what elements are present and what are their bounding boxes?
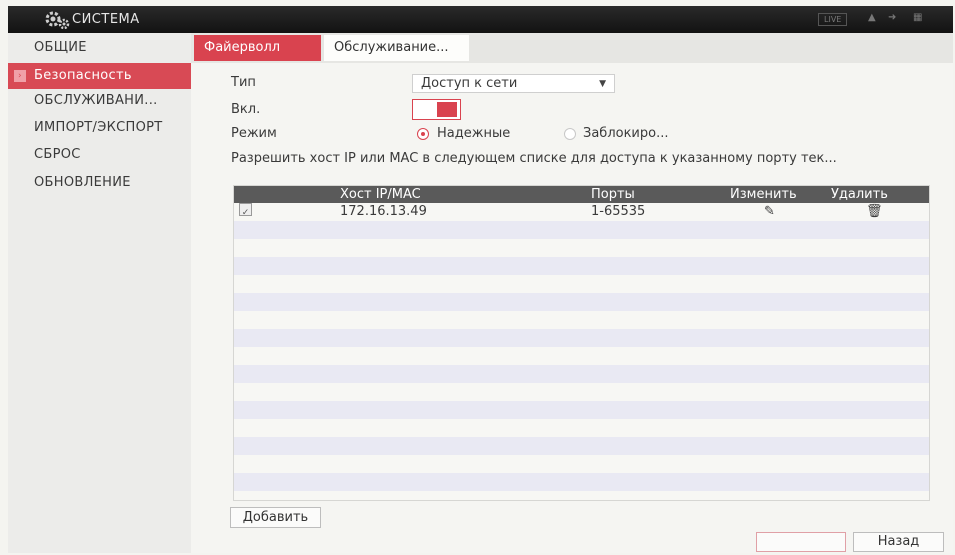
tab-maintenance[interactable]: Обслуживание... — [324, 35, 469, 61]
page-title: СИСТЕМА — [72, 12, 140, 27]
live-button[interactable]: LIVE — [818, 13, 848, 26]
table-row-empty — [234, 473, 929, 491]
type-select[interactable]: Доступ к сети ▼ — [412, 74, 615, 93]
logout-icon[interactable]: ➜ — [888, 12, 896, 23]
grid-icon[interactable]: ▦ — [913, 12, 922, 23]
mode-label: Режим — [231, 126, 277, 141]
top-bar: СИСТЕМА LIVE ▲ ➜ ▦ — [8, 6, 953, 33]
sidebar-item-label: ОБНОВЛЕНИЕ — [34, 175, 131, 190]
sidebar-item-label: ОБСЛУЖИВАНИ... — [34, 93, 158, 108]
sidebar-item-label: Безопасность — [34, 68, 132, 83]
table-row-empty — [234, 293, 929, 311]
enable-label: Вкл. — [231, 102, 261, 117]
row-checkbox[interactable]: ✓ — [239, 203, 252, 218]
enable-toggle[interactable] — [412, 99, 461, 120]
mode-trusted-label: Надежные — [437, 126, 511, 141]
table-row-empty — [234, 455, 929, 473]
table-row[interactable]: ✓ 172.16.13.49 1-65535 ✎ 🗑 — [234, 203, 929, 221]
mode-blocked-label: Заблокиро... — [583, 126, 669, 141]
table-row-empty — [234, 221, 929, 239]
tab-bar: Файерволл Обслуживание... — [191, 33, 953, 63]
table-row-empty — [234, 275, 929, 293]
sidebar: ОБЩИЕ › Безопасность ОБСЛУЖИВАНИ... ИМПО… — [8, 33, 191, 553]
table-row-empty — [234, 383, 929, 401]
col-host: Хост IP/MAC — [340, 187, 421, 202]
table-row-empty — [234, 419, 929, 437]
sidebar-item-security[interactable]: › Безопасность — [8, 63, 191, 89]
hint-text: Разрешить хост IP или MAC в следующем сп… — [231, 151, 837, 166]
type-label: Тип — [231, 75, 256, 90]
blank-button[interactable] — [756, 532, 846, 552]
back-button[interactable]: Назад — [853, 532, 944, 552]
table-row-empty — [234, 257, 929, 275]
table-row-empty — [234, 401, 929, 419]
sidebar-item-label: ИМПОРТ/ЭКСПОРТ — [34, 120, 163, 135]
chevron-down-icon: ▼ — [599, 79, 606, 89]
col-edit: Изменить — [730, 187, 797, 202]
sidebar-item-label: ОБЩИЕ — [34, 40, 87, 55]
col-ports: Порты — [591, 187, 635, 202]
table-header: Хост IP/MAC Порты Изменить Удалить — [234, 186, 929, 203]
col-delete: Удалить — [831, 187, 888, 202]
edit-pencil-icon[interactable]: ✎ — [764, 203, 775, 221]
sidebar-item-reset[interactable]: СБРОС — [8, 142, 191, 168]
table-row-empty — [234, 437, 929, 455]
table-row-empty — [234, 347, 929, 365]
table-row-empty — [234, 365, 929, 383]
sidebar-item-maintenance[interactable]: ОБСЛУЖИВАНИ... — [8, 88, 191, 114]
user-icon[interactable]: ▲ — [868, 12, 876, 23]
delete-trash-icon[interactable]: 🗑 — [866, 203, 883, 221]
row-ports: 1-65535 — [591, 204, 646, 219]
add-button[interactable]: Добавить — [230, 507, 321, 528]
access-table: Хост IP/MAC Порты Изменить Удалить ✓ 172… — [233, 185, 930, 501]
main-panel: Файерволл Обслуживание... Тип Доступ к с… — [191, 33, 953, 553]
type-select-value: Доступ к сети — [421, 76, 518, 91]
gear-icon — [45, 11, 70, 30]
row-host: 172.16.13.49 — [340, 204, 427, 219]
sidebar-item-general[interactable]: ОБЩИЕ — [8, 35, 191, 61]
mode-blocked-radio[interactable] — [564, 128, 576, 140]
chevron-right-icon: › — [14, 70, 26, 82]
table-row-empty — [234, 239, 929, 257]
sidebar-item-import-export[interactable]: ИМПОРТ/ЭКСПОРТ — [8, 115, 191, 141]
sidebar-item-update[interactable]: ОБНОВЛЕНИЕ — [8, 170, 191, 196]
table-row-empty — [234, 329, 929, 347]
mode-trusted-radio[interactable] — [417, 128, 429, 140]
toggle-knob — [437, 102, 457, 117]
table-row-empty — [234, 311, 929, 329]
tab-firewall[interactable]: Файерволл — [194, 35, 321, 61]
sidebar-item-label: СБРОС — [34, 147, 81, 162]
